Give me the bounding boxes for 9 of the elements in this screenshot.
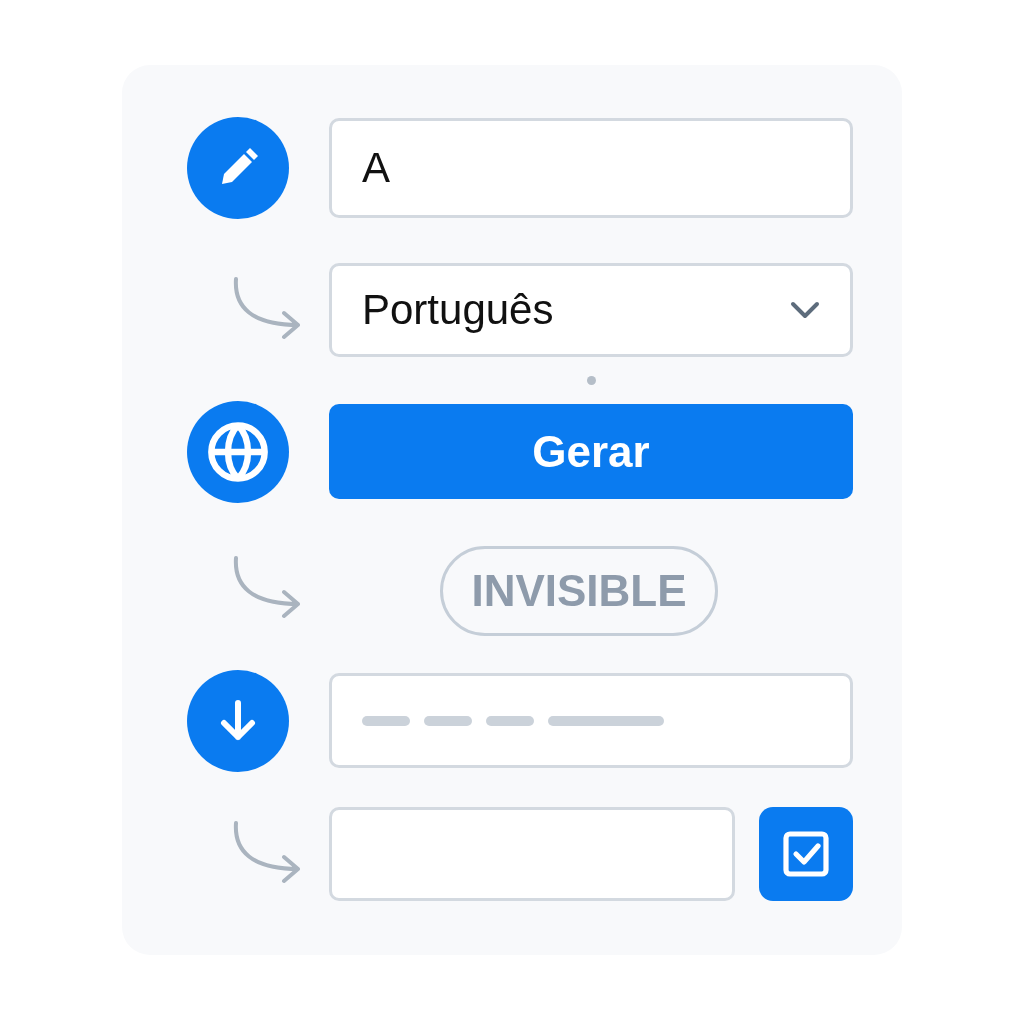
dot-icon <box>586 376 596 385</box>
language-select[interactable]: Português <box>329 263 853 357</box>
generate-button[interactable]: Gerar <box>329 404 853 499</box>
status-badge: INVISIBLE <box>440 546 718 636</box>
output-field[interactable] <box>329 673 853 768</box>
chevron-down-icon <box>790 301 820 319</box>
text-field[interactable] <box>329 807 735 901</box>
checkbox-button[interactable] <box>759 807 853 901</box>
text-field[interactable]: A <box>329 118 853 218</box>
